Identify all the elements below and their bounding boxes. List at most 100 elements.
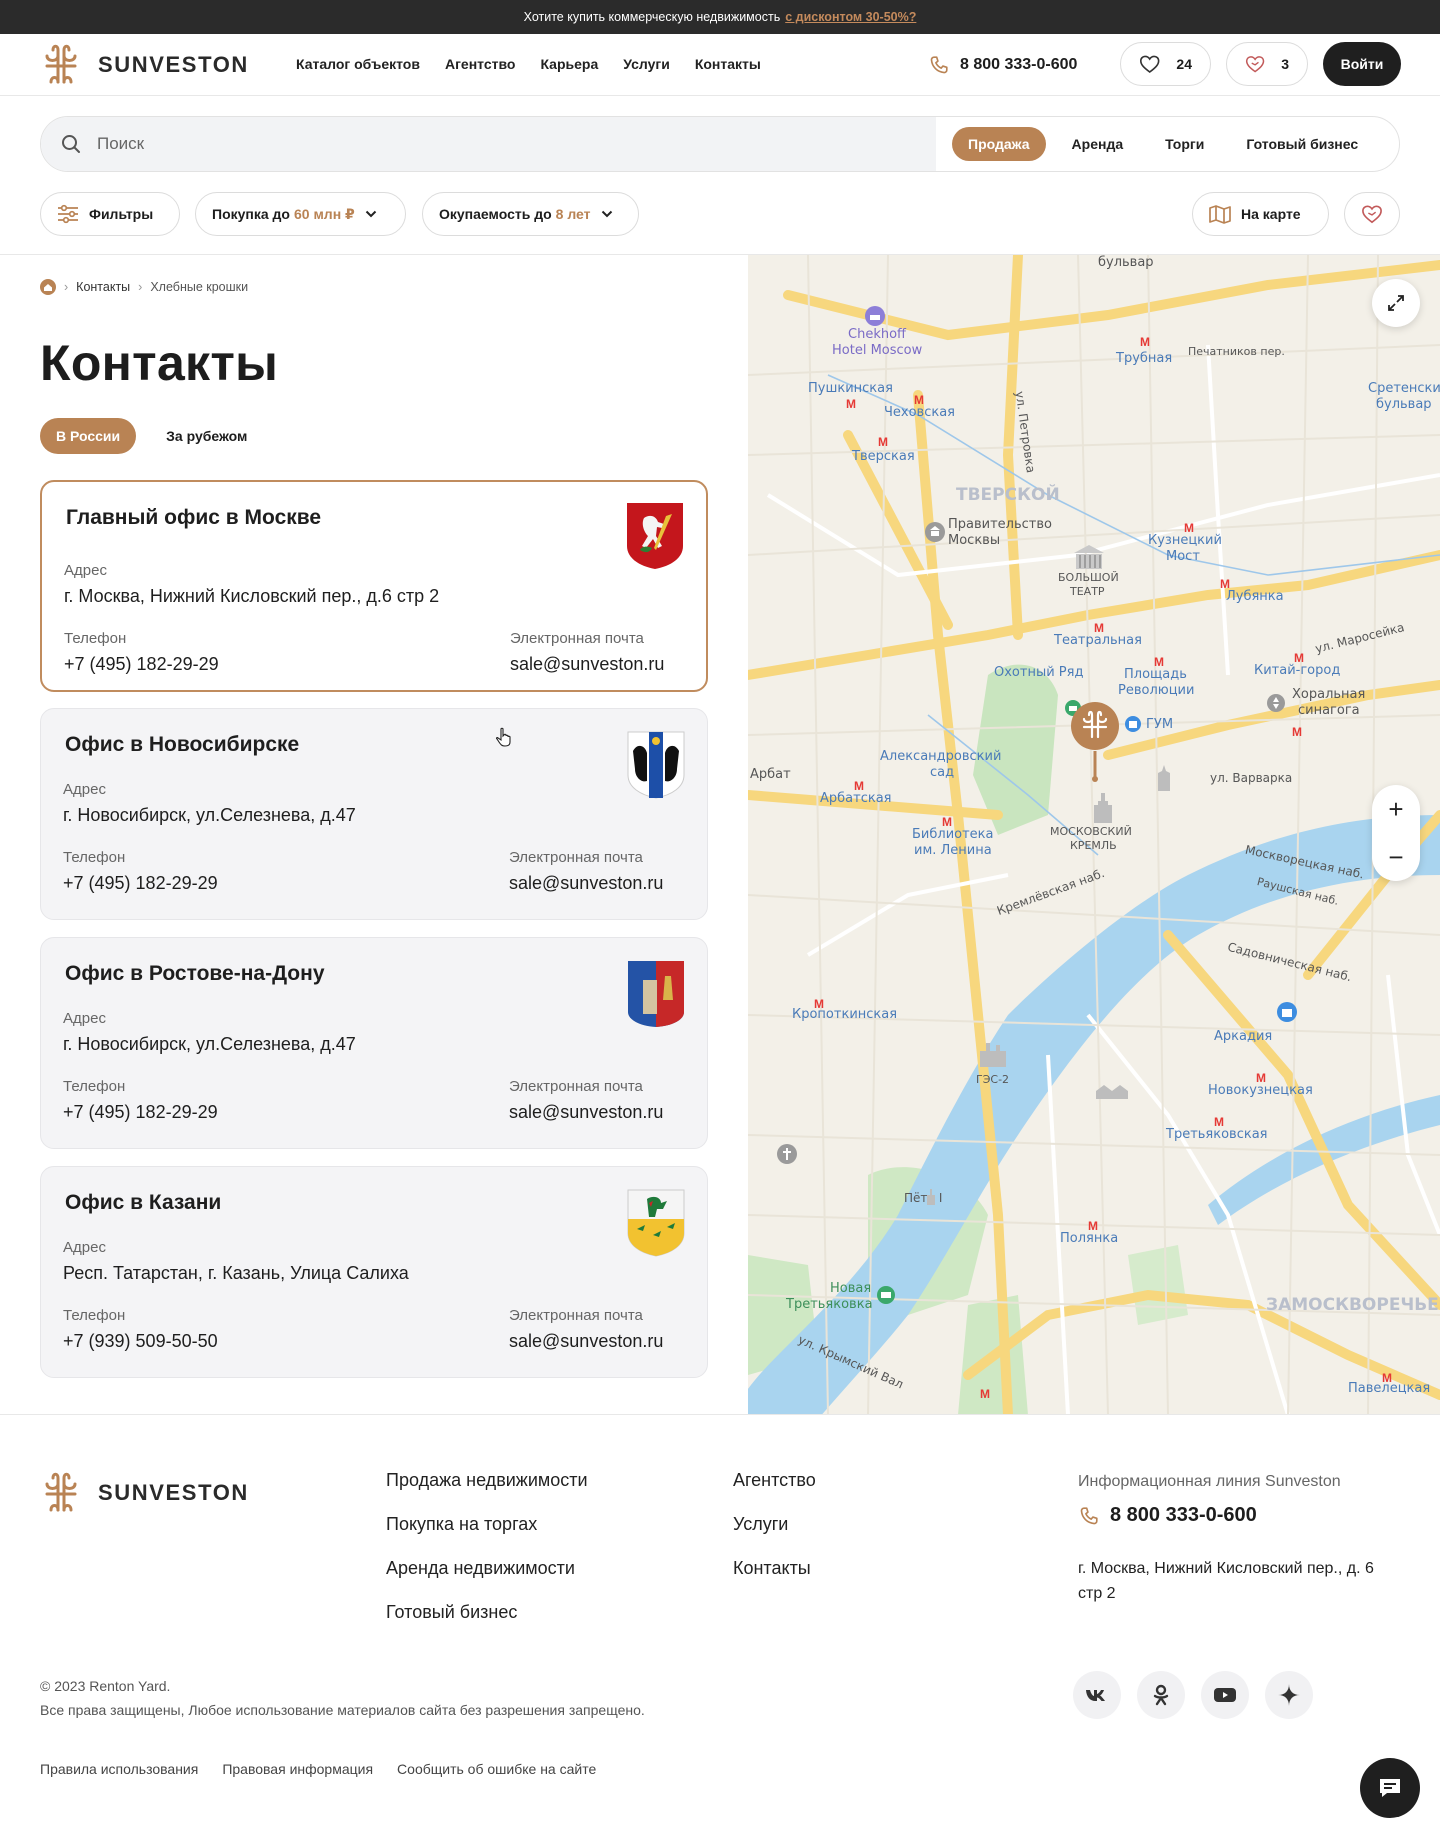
nav-catalog[interactable]: Каталог объектов <box>296 56 420 72</box>
map-label: Новая <box>830 1281 872 1296</box>
legal-link-report-error[interactable]: Сообщить об ошибке на сайте <box>397 1761 596 1777</box>
footer-logo[interactable]: SUNVESTON <box>44 1470 249 1516</box>
metro-icon: M <box>1292 725 1302 739</box>
compare-button[interactable]: 3 <box>1226 42 1308 86</box>
metro-icon: M <box>1094 621 1104 635</box>
nav-services[interactable]: Услуги <box>623 56 670 72</box>
logo-mark-icon <box>45 44 77 84</box>
footer-link[interactable]: Аренда недвижимости <box>386 1558 588 1579</box>
breadcrumb-contacts[interactable]: Контакты <box>76 280 130 294</box>
shopping-icon <box>1277 1002 1297 1022</box>
footer-link[interactable]: Контакты <box>733 1558 816 1579</box>
tab-rent[interactable]: Аренда <box>1056 127 1140 161</box>
header-phone[interactable]: 8 800 333-0-600 <box>928 54 1077 76</box>
compare-count: 3 <box>1281 56 1289 72</box>
site-header: SUNVESTON Каталог объектов Агентство Кар… <box>0 34 1440 96</box>
office-card-moscow[interactable]: Главный офис в Москве Адрес г. Москва, Н… <box>40 480 708 692</box>
metro-icon: M <box>1382 1371 1392 1385</box>
landmark-icon <box>1096 1085 1128 1099</box>
address-label: Адрес <box>63 1239 106 1256</box>
office-phone[interactable]: +7 (939) 509-50-50 <box>63 1331 218 1352</box>
office-address: г. Новосибирск, ул.Селезнева, д.47 <box>63 805 356 825</box>
map-label: КРЕМЛЬ <box>1070 839 1117 852</box>
tab-ready-business[interactable]: Готовый бизнес <box>1230 127 1374 161</box>
fullscreen-button[interactable] <box>1372 279 1420 327</box>
footer-phone[interactable]: 8 800 333-0-600 <box>1078 1504 1257 1527</box>
metro-icon: M <box>1140 335 1150 349</box>
nav-career[interactable]: Карьера <box>540 56 598 72</box>
dzen-button[interactable] <box>1265 1671 1313 1719</box>
map-icon <box>1209 205 1231 224</box>
map-label: ЗАМОСКВОРЕЧЬЕ <box>1266 1295 1439 1315</box>
saved-search-button[interactable] <box>1344 192 1400 236</box>
office-email[interactable]: sale@sunveston.ru <box>509 873 663 894</box>
nav-agency[interactable]: Агентство <box>445 56 515 72</box>
footer-link[interactable]: Агентство <box>733 1470 816 1491</box>
office-card-rostov[interactable]: Офис в Ростове-на-Дону Адрес г. Новосиби… <box>40 937 708 1149</box>
footer-link[interactable]: Готовый бизнес <box>386 1602 588 1623</box>
ok-button[interactable] <box>1137 1671 1185 1719</box>
zoom-in-button[interactable]: + <box>1388 785 1403 833</box>
legal-link-terms[interactable]: Правила использования <box>40 1761 198 1777</box>
office-phone[interactable]: +7 (495) 182-29-29 <box>63 873 218 894</box>
map-label: Аркадия <box>1214 1029 1273 1044</box>
office-card-kazan[interactable]: Офис в Казани Адрес Респ. Татарстан, г. … <box>40 1166 708 1378</box>
nav-contacts[interactable]: Контакты <box>695 56 761 72</box>
chevron-down-icon <box>365 210 377 218</box>
metro-icon: M <box>1088 1219 1098 1233</box>
purchase-budget-dropdown[interactable]: Покупка до 60 млн ₽ <box>195 192 406 236</box>
search-input[interactable] <box>97 134 897 154</box>
footer-link[interactable]: Покупка на торгах <box>386 1514 588 1535</box>
chat-button[interactable] <box>1360 1758 1420 1818</box>
metro-icon: M <box>914 393 924 407</box>
home-icon[interactable] <box>40 279 56 295</box>
purchase-label: Покупка до <box>212 206 290 222</box>
filters-button[interactable]: Фильтры <box>40 192 180 236</box>
map-label: Кропоткинская <box>792 1007 898 1022</box>
map-label: Мост <box>1166 549 1200 564</box>
office-pin-icon[interactable] <box>1070 701 1120 783</box>
map-label: Полянка <box>1060 1231 1119 1246</box>
email-label: Электронная почта <box>509 849 643 866</box>
tab-russia[interactable]: В России <box>40 418 137 454</box>
login-button[interactable]: Войти <box>1323 42 1401 86</box>
map-label: Площадь <box>1124 667 1187 682</box>
map-label: БОЛЬШОЙ <box>1058 571 1119 584</box>
map-view-button[interactable]: На карте <box>1192 192 1329 236</box>
office-address: г. Новосибирск, ул.Селезнева, д.47 <box>63 1034 356 1054</box>
tab-auctions[interactable]: Торги <box>1149 127 1220 161</box>
office-email[interactable]: sale@sunveston.ru <box>510 654 664 675</box>
favorites-button[interactable]: 24 <box>1120 42 1211 86</box>
purchase-value: 60 млн ₽ <box>293 205 355 222</box>
office-card-novosibirsk[interactable]: Офис в Новосибирске Адрес г. Новосибирск… <box>40 708 708 920</box>
logo-mark-icon <box>45 1472 77 1512</box>
legal-link-info[interactable]: Правовая информация <box>222 1761 373 1777</box>
tab-abroad[interactable]: За рубежом <box>150 418 263 454</box>
map-labels: бульвар Chekhoff Hotel Moscow Трубная Пе… <box>748 255 1440 1415</box>
office-map[interactable]: бульвар Chekhoff Hotel Moscow Трубная Пе… <box>748 255 1440 1415</box>
office-email[interactable]: sale@sunveston.ru <box>509 1331 663 1352</box>
metro-icon: M <box>878 435 888 449</box>
payback-dropdown[interactable]: Окупаемость до 8 лет <box>422 192 639 236</box>
map-label: ул. Маросейка <box>1313 620 1406 656</box>
office-phone[interactable]: +7 (495) 182-29-29 <box>63 1102 218 1123</box>
office-phone[interactable]: +7 (495) 182-29-29 <box>64 654 219 675</box>
logo[interactable]: SUNVESTON <box>44 42 249 88</box>
breadcrumb: › Контакты › Хлебные крошки <box>40 279 248 295</box>
vk-button[interactable] <box>1073 1671 1121 1719</box>
zoom-out-button[interactable]: − <box>1388 833 1403 881</box>
promo-link[interactable]: с дисконтом 30-50%? <box>785 10 916 24</box>
footer-link[interactable]: Услуги <box>733 1514 816 1535</box>
office-address: Респ. Татарстан, г. Казань, Улица Салиха <box>63 1263 409 1283</box>
metro-icon: M <box>854 779 864 793</box>
dzen-icon <box>1278 1684 1300 1706</box>
map-label: Правительство <box>948 517 1052 532</box>
office-email[interactable]: sale@sunveston.ru <box>509 1102 663 1123</box>
footer-link[interactable]: Продажа недвижимости <box>386 1470 588 1491</box>
youtube-button[interactable] <box>1201 1671 1249 1719</box>
map-label: ул. Петровка <box>1012 390 1038 474</box>
chevron-right-icon: › <box>64 280 69 294</box>
footer-phone-number: 8 800 333-0-600 <box>1110 1504 1257 1526</box>
map-label: бульвар <box>1098 255 1154 270</box>
tab-sale[interactable]: Продажа <box>952 127 1046 161</box>
